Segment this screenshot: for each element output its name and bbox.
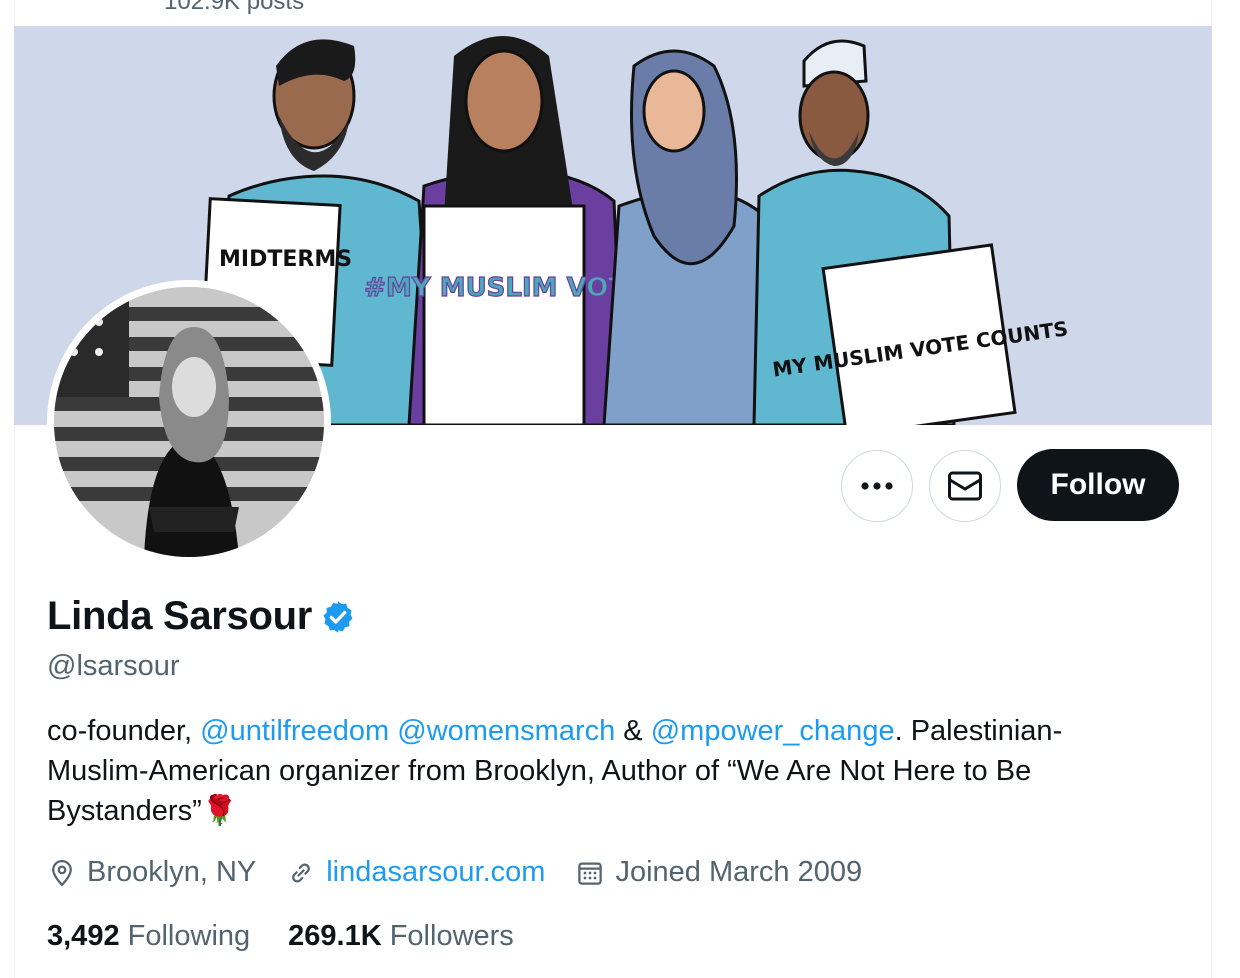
following-count: 3,492	[47, 920, 120, 952]
profile-name-row: Linda Sarsour	[47, 594, 356, 639]
mention-link-mpower-change[interactable]: @mpower_change	[651, 715, 895, 747]
bio-text: co-founder,	[47, 715, 201, 747]
sign-midterms-text: MIDTERMS	[219, 247, 352, 272]
profile-meta: Brooklyn, NY lindasarsour.com Joined Mar…	[47, 856, 892, 889]
mention-link-untilfreedom[interactable]: @untilfreedom	[200, 715, 389, 747]
posts-count: 102.9K posts	[164, 0, 305, 15]
profile-name: Linda Sarsour	[47, 594, 313, 638]
avatar-photo	[54, 287, 324, 557]
link-icon	[292, 863, 311, 882]
followers-count: 269.1K	[288, 920, 382, 952]
message-button[interactable]	[929, 450, 1001, 522]
profile-stats: 3,492 Following 269.1K Followers	[47, 920, 552, 953]
joined-text: Joined March 2009	[615, 856, 863, 888]
sign-mymuslimvote-text: #MY MUSLIM VOTE	[364, 273, 644, 303]
joined-item: Joined March 2009	[575, 856, 862, 889]
mention-link-womensmarch[interactable]: @womensmarch	[397, 715, 615, 747]
profile-bio: co-founder, @untilfreedom @womensmarch &…	[47, 711, 1157, 831]
website-link[interactable]: lindasarsour.com	[326, 856, 545, 889]
more-horizontal-icon	[861, 482, 893, 490]
envelope-icon	[948, 471, 982, 501]
avatar[interactable]	[47, 280, 331, 564]
verified-badge-icon[interactable]	[320, 599, 356, 635]
following-label: Following	[127, 920, 251, 952]
location-item: Brooklyn, NY	[47, 856, 256, 889]
bio-text: &	[615, 715, 651, 747]
followers-label: Followers	[389, 920, 514, 952]
website-item[interactable]: lindasarsour.com	[286, 856, 545, 889]
banner-person-3	[602, 49, 776, 425]
profile-handle: @lsarsour	[47, 650, 180, 682]
followers-link[interactable]: 269.1K Followers	[288, 920, 514, 953]
follow-button[interactable]: Follow	[1017, 449, 1179, 521]
following-link[interactable]: 3,492 Following	[47, 920, 250, 953]
more-button[interactable]	[841, 450, 913, 522]
calendar-icon	[578, 862, 603, 885]
location-text: Brooklyn, NY	[87, 856, 257, 888]
rose-emoji: 🌹	[201, 795, 238, 827]
location-pin-icon	[52, 859, 72, 886]
